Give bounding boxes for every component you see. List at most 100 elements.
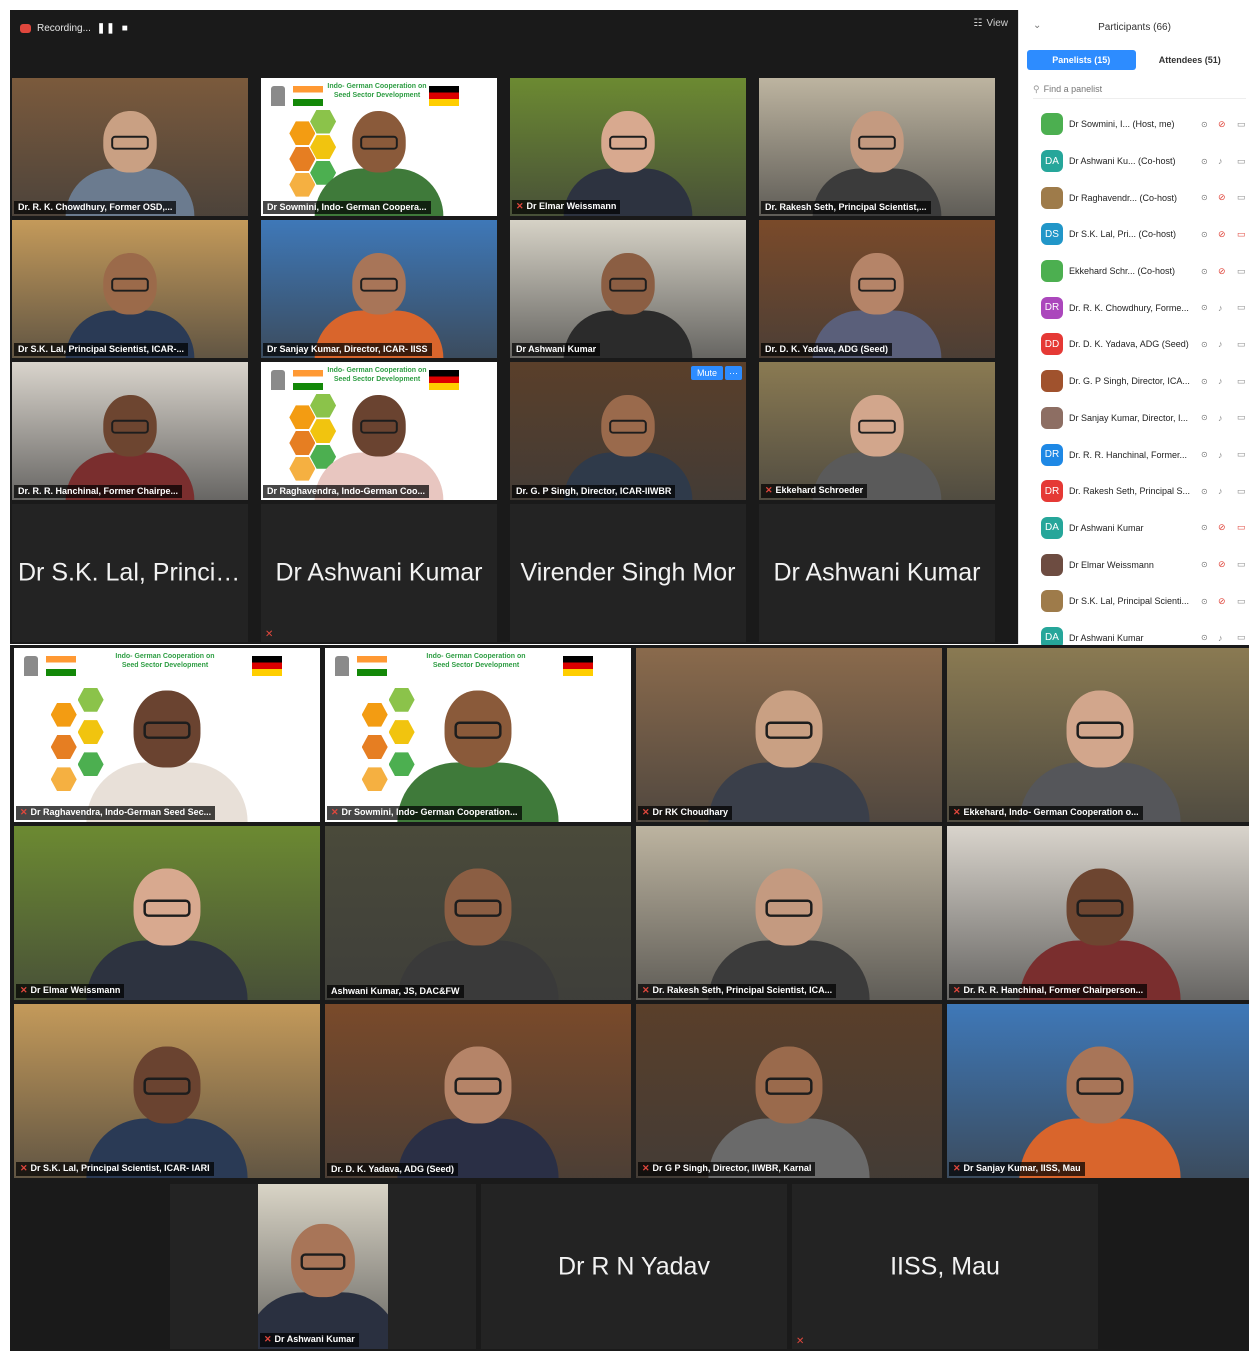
mic-icon[interactable]: ♪ [1218,633,1223,643]
name-only-tile[interactable]: IISS, Mau ✕ [792,1184,1098,1349]
participant-row[interactable]: DA Dr Ashwani Kumar ⊙ ⊘ ▭ [1019,510,1249,547]
camera-icon[interactable]: ▭ [1237,376,1246,387]
video-tile[interactable]: Dr S.K. Lal, Principal Scientist, ICAR-.… [12,220,248,358]
video-tile[interactable]: ✕ Dr G P Singh, Director, IIWBR, Karnal [636,1004,942,1178]
participant-row[interactable]: Dr S.K. Lal, Principal Scienti... ⊙ ⊘ ▭ [1019,583,1249,620]
participant-display-name: IISS, Mau [890,1252,1000,1280]
stop-recording-button[interactable]: ■ [122,23,129,34]
video-tile[interactable]: Dr. Rakesh Seth, Principal Scientist,... [759,78,995,216]
slide-title-line1: Indo- German Cooperation on [327,83,427,90]
name-only-tile[interactable]: Virender Singh Mor [510,504,746,642]
hexagon-graphic [289,121,316,146]
video-tile[interactable]: ✕ Dr RK Choudhary [636,648,942,822]
tab-panelists[interactable]: Panelists (15) [1027,50,1136,70]
participant-row[interactable]: DD Dr. D. K. Yadava, ADG (Seed) ⊙ ♪ ▭ [1019,326,1249,363]
muted-mic-icon: ✕ [953,807,961,817]
camera-off-icon[interactable]: ▭ [1237,229,1246,240]
video-tile[interactable]: Dr. R. R. Hanchinal, Former Chairpe... [12,362,248,500]
participant-row[interactable]: DS Dr S.K. Lal, Pri... (Co-host) ⊙ ⊘ ▭ [1019,216,1249,253]
slide-title: Indo- German Cooperation on Seed Sector D… [327,82,427,100]
slide-title-line2: Seed Sector Development [333,376,421,383]
mic-icon[interactable]: ♪ [1218,339,1223,349]
mic-icon[interactable]: ♪ [1218,303,1223,313]
video-tile[interactable]: Dr. R. K. Chowdhury, Former OSD,... [12,78,248,216]
camera-icon[interactable]: ▭ [1237,339,1246,350]
name-only-tile[interactable]: Dr Ashwani Kumar [759,504,995,642]
muted-mic-icon[interactable]: ⊘ [1218,192,1226,203]
video-tile[interactable]: Ashwani Kumar, JS, DAC&FW [325,826,631,1000]
camera-icon[interactable]: ▭ [1237,486,1246,497]
video-tile[interactable]: Dr Sanjay Kumar, Director, ICAR- IISS [261,220,497,358]
camera-icon[interactable]: ▭ [1237,266,1246,277]
video-tile[interactable]: ✕ Dr Elmar Weissmann [510,78,746,216]
video-tile[interactable]: Indo- German Cooperation on Seed Sector D… [14,648,320,822]
video-tile[interactable]: ✕ Dr. Rakesh Seth, Principal Scientist, I… [636,826,942,1000]
video-tile[interactable]: Indo- German Cooperation on Seed Sector D… [325,648,631,822]
avatar [1041,553,1063,576]
participant-name-label: Dr. G. P Singh, Director, ICAR-IIWBR [512,485,676,498]
participant-row[interactable]: Dr. G. P Singh, Director, ICA... ⊙ ♪ ▭ [1019,363,1249,400]
video-tile-frame[interactable]: ✕ Dr Ashwani Kumar [170,1184,476,1349]
muted-mic-icon[interactable]: ⊘ [1218,522,1226,533]
participant-row[interactable]: DA Dr Ashwani Ku... (Co-host) ⊙ ♪ ▭ [1019,143,1249,180]
participant-row[interactable]: Dr Sowmini, I... (Host, me) ⊙ ⊘ ▭ [1019,106,1249,143]
view-button[interactable]: ☷ View [974,18,1008,29]
emblem-icon [335,656,349,676]
video-tile[interactable]: Dr. D. K. Yadava, ADG (Seed) [325,1004,631,1178]
emblem-icon [24,656,38,676]
mic-icon[interactable]: ♪ [1218,156,1223,166]
glasses-icon [300,1253,346,1270]
camera-icon[interactable]: ▭ [1237,559,1246,570]
participant-row[interactable]: DR Dr. R. R. Hanchinal, Former... ⊙ ♪ ▭ [1019,436,1249,473]
mic-icon[interactable]: ♪ [1218,486,1223,496]
name-only-tile[interactable]: Dr S.K. Lal, Princip... [12,504,248,642]
pause-recording-button[interactable]: ❚❚ [97,23,116,34]
muted-mic-icon[interactable]: ⊘ [1218,559,1226,570]
camera-icon[interactable]: ▭ [1237,192,1246,203]
participant-row[interactable]: Ekkehard Schr... (Co-host) ⊙ ⊘ ▭ [1019,253,1249,290]
participant-row[interactable]: Dr Elmar Weissmann ⊙ ⊘ ▭ [1019,546,1249,583]
participant-name: Dr Raghavendra, Indo-German Coo... [267,486,426,496]
panelist-search-input[interactable] [1043,84,1204,94]
camera-icon[interactable]: ▭ [1237,596,1246,607]
name-only-tile[interactable]: Dr Ashwani Kumar ✕ [261,504,497,642]
camera-icon[interactable]: ▭ [1237,302,1246,313]
participant-row-name: Dr Ashwani Kumar [1069,522,1144,533]
muted-mic-icon[interactable]: ⊘ [1218,119,1226,130]
tab-attendees[interactable]: Attendees (51) [1136,50,1245,70]
video-tile[interactable]: ✕ Dr. R. R. Hanchinal, Former Chairperson… [947,826,1249,1000]
video-tile[interactable]: ✕ Dr Elmar Weissmann [14,826,320,1000]
mute-participant-button[interactable]: Mute [690,366,723,380]
participant-row[interactable]: Dr Raghavendr... (Co-host) ⊙ ⊘ ▭ [1019,179,1249,216]
more-options-button[interactable]: ··· [725,366,742,380]
video-tile[interactable]: ✕ Dr S.K. Lal, Principal Scientist, ICAR-… [14,1004,320,1178]
chevron-down-icon[interactable]: ⌄ [1033,20,1041,31]
video-tile[interactable]: ✕ Dr Sanjay Kumar, IISS, Mau [947,1004,1249,1178]
avatar [1041,590,1063,613]
participant-row[interactable]: DR Dr. R. K. Chowdhury, Forme... ⊙ ♪ ▭ [1019,289,1249,326]
camera-icon[interactable]: ▭ [1237,156,1246,167]
mic-icon[interactable]: ♪ [1218,450,1223,460]
mic-icon[interactable]: ♪ [1218,376,1223,386]
mic-icon[interactable]: ♪ [1218,413,1223,423]
participant-row[interactable]: Dr Sanjay Kumar, Director, I... ⊙ ♪ ▭ [1019,400,1249,437]
video-tile[interactable]: Indo- German Cooperation on Seed Sector D… [261,78,497,216]
name-only-tile[interactable]: Dr R N Yadav [481,1184,787,1349]
camera-off-icon[interactable]: ▭ [1237,522,1246,533]
muted-mic-icon[interactable]: ⊘ [1218,596,1226,607]
video-tile[interactable]: Mute ··· Dr. G. P Singh, Director, ICAR-II… [510,362,746,500]
muted-mic-icon[interactable]: ⊘ [1218,266,1226,277]
muted-mic-icon[interactable]: ⊘ [1218,229,1226,240]
video-tile[interactable]: Dr. D. K. Yadava, ADG (Seed) [759,220,995,358]
camera-icon[interactable]: ▭ [1237,412,1246,423]
camera-icon[interactable]: ▭ [1237,632,1246,643]
video-tile[interactable]: ✕ Ekkehard, Indo- German Cooperation o... [947,648,1249,822]
video-tile[interactable]: Dr Ashwani Kumar [510,220,746,358]
video-tile[interactable]: ✕ Ekkehard Schroeder [759,362,995,500]
participant-row[interactable]: DR Dr. Rakesh Seth, Principal S... ⊙ ♪ ▭ [1019,473,1249,510]
camera-icon[interactable]: ▭ [1237,119,1246,130]
video-tile[interactable]: ✕ Dr Ashwani Kumar [258,1184,388,1349]
camera-icon[interactable]: ▭ [1237,449,1246,460]
participant-head [444,690,512,768]
video-tile[interactable]: Indo- German Cooperation on Seed Sector D… [261,362,497,500]
